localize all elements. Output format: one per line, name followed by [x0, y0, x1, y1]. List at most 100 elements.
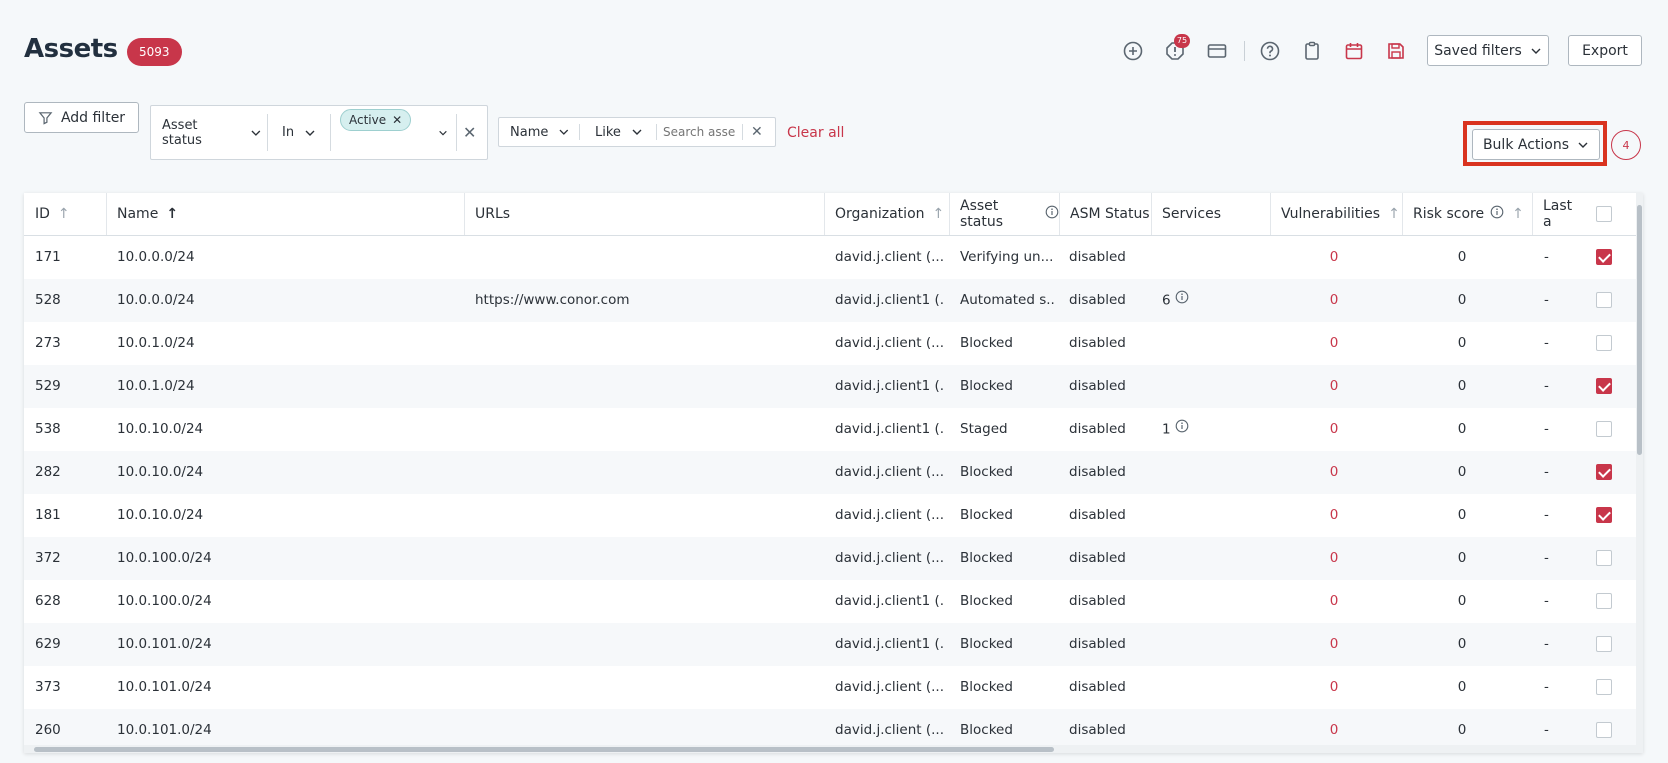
- filter-operator-select[interactable]: Like: [595, 118, 645, 146]
- table-row[interactable]: 373 10.0.101.0/24 david.j.client (... Block…: [24, 666, 1643, 709]
- search-asset-input[interactable]: [663, 123, 735, 141]
- column-header-vulnerabilities[interactable]: Vulnerabilities ↑: [1270, 193, 1402, 235]
- cell-last-activity: -: [1544, 623, 1549, 666]
- column-header-name[interactable]: Name ↑: [106, 193, 464, 235]
- row-checkbox[interactable]: [1596, 636, 1612, 652]
- card-icon[interactable]: [1202, 36, 1232, 66]
- row-checkbox[interactable]: [1596, 593, 1612, 609]
- cell-organization-text: david.j.client (...: [835, 679, 944, 695]
- table-row[interactable]: 538 10.0.10.0/24 david.j.client1 (... Stage…: [24, 408, 1643, 451]
- row-checkbox[interactable]: [1596, 421, 1612, 437]
- table-row[interactable]: 181 10.0.10.0/24 david.j.client (... Blocke…: [24, 494, 1643, 537]
- filter-value-dropdown[interactable]: [428, 106, 448, 159]
- cell-risk-score-text: 0: [1457, 292, 1467, 308]
- chip-label: Active: [349, 113, 387, 127]
- cell-url[interactable]: https://www.conor.com: [475, 279, 630, 322]
- sort-icon[interactable]: ↑: [58, 206, 70, 222]
- column-header-last-activity[interactable]: Last a: [1532, 193, 1582, 235]
- row-checkbox[interactable]: [1596, 507, 1612, 523]
- row-checkbox[interactable]: [1596, 464, 1612, 480]
- cell-asm-status: disabled: [1069, 537, 1126, 580]
- cell-last-activity-text: -: [1544, 722, 1549, 738]
- cell-name: 10.0.101.0/24: [117, 666, 212, 709]
- cell-organization-text: david.j.client (...: [835, 507, 944, 523]
- help-icon[interactable]: [1255, 36, 1285, 66]
- clear-all-link[interactable]: Clear all: [787, 125, 844, 141]
- export-button[interactable]: Export: [1568, 35, 1642, 66]
- column-header-organization[interactable]: Organization ↑: [824, 193, 949, 235]
- add-filter-label: Add filter: [60, 109, 126, 126]
- filter-field-select[interactable]: Asset status: [162, 106, 262, 159]
- select-all-checkbox[interactable]: [1596, 206, 1612, 222]
- table-row[interactable]: 273 10.0.1.0/24 david.j.client (... Blocked…: [24, 322, 1643, 365]
- cell-asset-status: Blocked: [960, 623, 1055, 666]
- row-checkbox[interactable]: [1596, 679, 1612, 695]
- cell-name-text: 10.0.10.0/24: [117, 464, 204, 480]
- clipboard-icon[interactable]: [1297, 36, 1327, 66]
- sort-icon[interactable]: ↑: [1388, 206, 1400, 222]
- alert-count-badge: 75: [1174, 34, 1190, 48]
- column-header-risk-score[interactable]: Risk score ↑: [1402, 193, 1524, 235]
- cell-asset-status-text: Verifying un...: [960, 249, 1054, 265]
- cell-organization: david.j.client (...: [835, 322, 945, 365]
- cell-id-text: 628: [35, 593, 61, 609]
- cell-services: 1: [1162, 408, 1189, 451]
- column-header-asset-status[interactable]: Asset status: [949, 193, 1059, 235]
- cell-asset-status: Blocked: [960, 365, 1055, 408]
- cell-name-text: 10.0.10.0/24: [117, 421, 204, 437]
- chip-remove-icon[interactable]: ✕: [392, 113, 402, 127]
- save-icon[interactable]: [1381, 36, 1411, 66]
- cell-asset-status-text: Blocked: [960, 507, 1013, 523]
- cell-services-text: 1: [1162, 421, 1171, 438]
- cell-risk-score-text: 0: [1457, 335, 1467, 351]
- remove-filter-icon[interactable]: ✕: [751, 118, 771, 146]
- cell-organization-text: david.j.client (...: [835, 335, 944, 351]
- scrollbar-thumb[interactable]: [34, 747, 1054, 752]
- table-row[interactable]: 282 10.0.10.0/24 david.j.client (... Blocke…: [24, 451, 1643, 494]
- assets-table: ID ↑ Name ↑ URLs Organization ↑ Asset statu…: [24, 193, 1643, 753]
- info-icon[interactable]: [1175, 279, 1189, 322]
- alerts-icon[interactable]: 75: [1160, 34, 1190, 66]
- info-icon[interactable]: [1175, 408, 1189, 451]
- bulk-actions-button[interactable]: Bulk Actions: [1472, 129, 1600, 160]
- row-checkbox[interactable]: [1596, 292, 1612, 308]
- sort-icon[interactable]: ↑: [1512, 206, 1524, 222]
- add-filter-button[interactable]: Add filter: [24, 102, 139, 133]
- scrollbar-thumb[interactable]: [1637, 205, 1642, 455]
- remove-filter-icon[interactable]: ✕: [463, 106, 483, 159]
- cell-risk-score: 0: [1442, 494, 1482, 537]
- table-row[interactable]: 629 10.0.101.0/24 david.j.client1 (... Bloc…: [24, 623, 1643, 666]
- filter-operator-select[interactable]: In: [282, 106, 322, 159]
- bulk-actions-label: Bulk Actions: [1482, 136, 1570, 153]
- table-row[interactable]: 628 10.0.100.0/24 david.j.client1 (... Bloc…: [24, 580, 1643, 623]
- cell-risk-score: 0: [1442, 623, 1482, 666]
- cell-asset-status-text: Blocked: [960, 722, 1013, 738]
- column-header-urls[interactable]: URLs: [464, 193, 824, 235]
- vertical-scrollbar[interactable]: [1636, 193, 1643, 753]
- column-header-id[interactable]: ID ↑: [24, 193, 106, 235]
- calendar-icon[interactable]: [1339, 36, 1369, 66]
- row-checkbox[interactable]: [1596, 335, 1612, 351]
- column-header-asm-status[interactable]: ASM Status: [1059, 193, 1151, 235]
- saved-filters-button[interactable]: Saved filters: [1427, 35, 1549, 66]
- filter-field-select[interactable]: Name: [510, 118, 570, 146]
- sort-icon[interactable]: ↑: [166, 206, 178, 222]
- cell-organization: david.j.client (...: [835, 451, 945, 494]
- info-icon[interactable]: [1045, 205, 1059, 223]
- cell-vulnerabilities-text: 0: [1329, 464, 1339, 480]
- info-icon[interactable]: [1490, 205, 1504, 223]
- table-row[interactable]: 529 10.0.1.0/24 david.j.client1 (... Blocke…: [24, 365, 1643, 408]
- row-checkbox[interactable]: [1596, 249, 1612, 265]
- horizontal-scrollbar[interactable]: [24, 745, 1643, 753]
- row-checkbox[interactable]: [1596, 378, 1612, 394]
- cell-organization-text: david.j.client1 (...: [835, 593, 945, 609]
- cell-asset-status-text: Blocked: [960, 636, 1013, 652]
- row-checkbox[interactable]: [1596, 722, 1612, 738]
- add-icon[interactable]: [1118, 36, 1148, 66]
- column-header-services[interactable]: Services: [1151, 193, 1270, 235]
- table-row[interactable]: 528 10.0.0.0/24 https://www.conor.com david…: [24, 279, 1643, 322]
- row-checkbox[interactable]: [1596, 550, 1612, 566]
- table-row[interactable]: 171 10.0.0.0/24 david.j.client (... Verifyi…: [24, 236, 1643, 279]
- sort-icon[interactable]: ↑: [933, 206, 945, 222]
- table-row[interactable]: 372 10.0.100.0/24 david.j.client (... Block…: [24, 537, 1643, 580]
